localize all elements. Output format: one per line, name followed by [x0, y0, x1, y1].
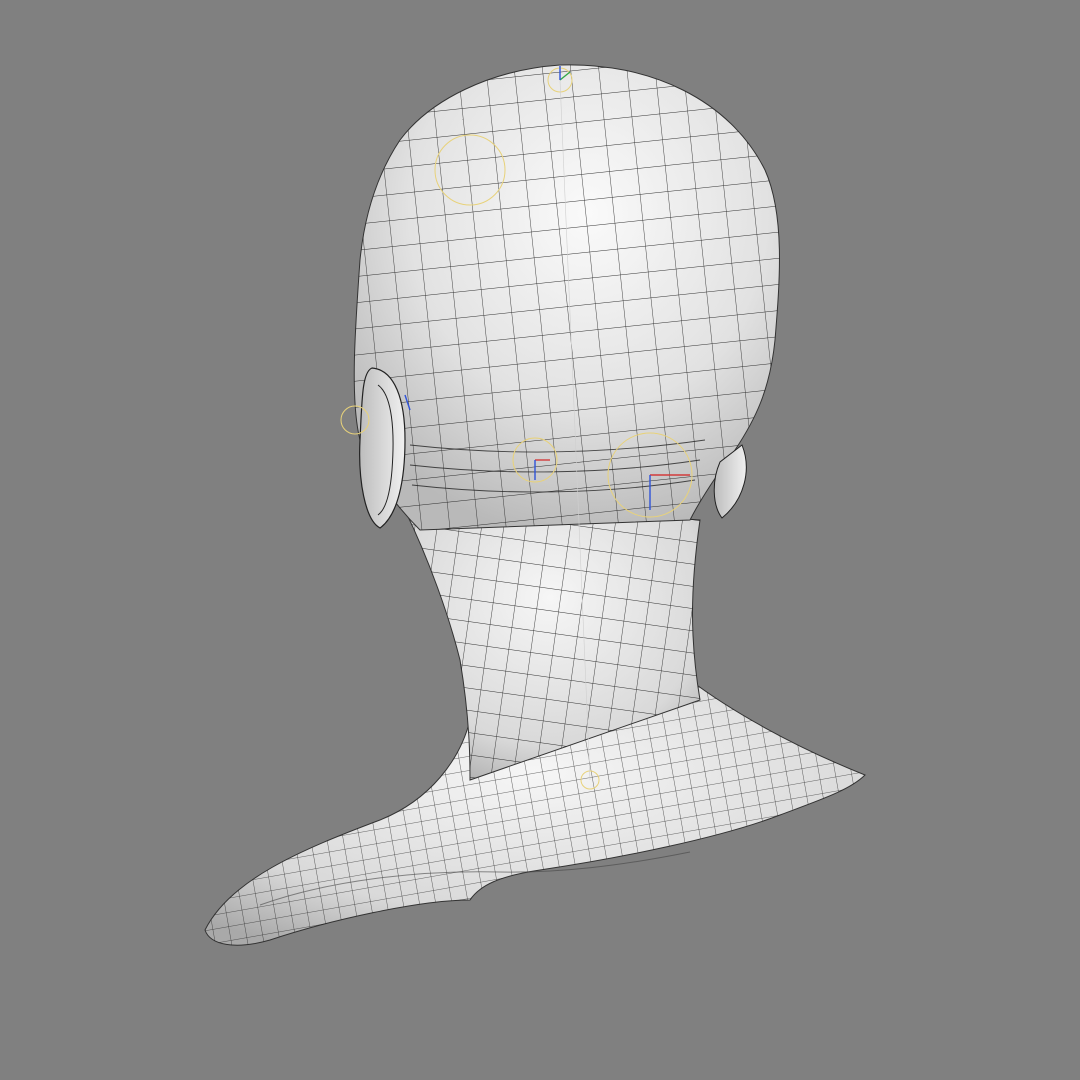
mesh-head[interactable] — [353, 64, 780, 531]
3d-viewport[interactable] — [0, 0, 1080, 1080]
viewport-scene[interactable] — [0, 0, 1080, 1080]
